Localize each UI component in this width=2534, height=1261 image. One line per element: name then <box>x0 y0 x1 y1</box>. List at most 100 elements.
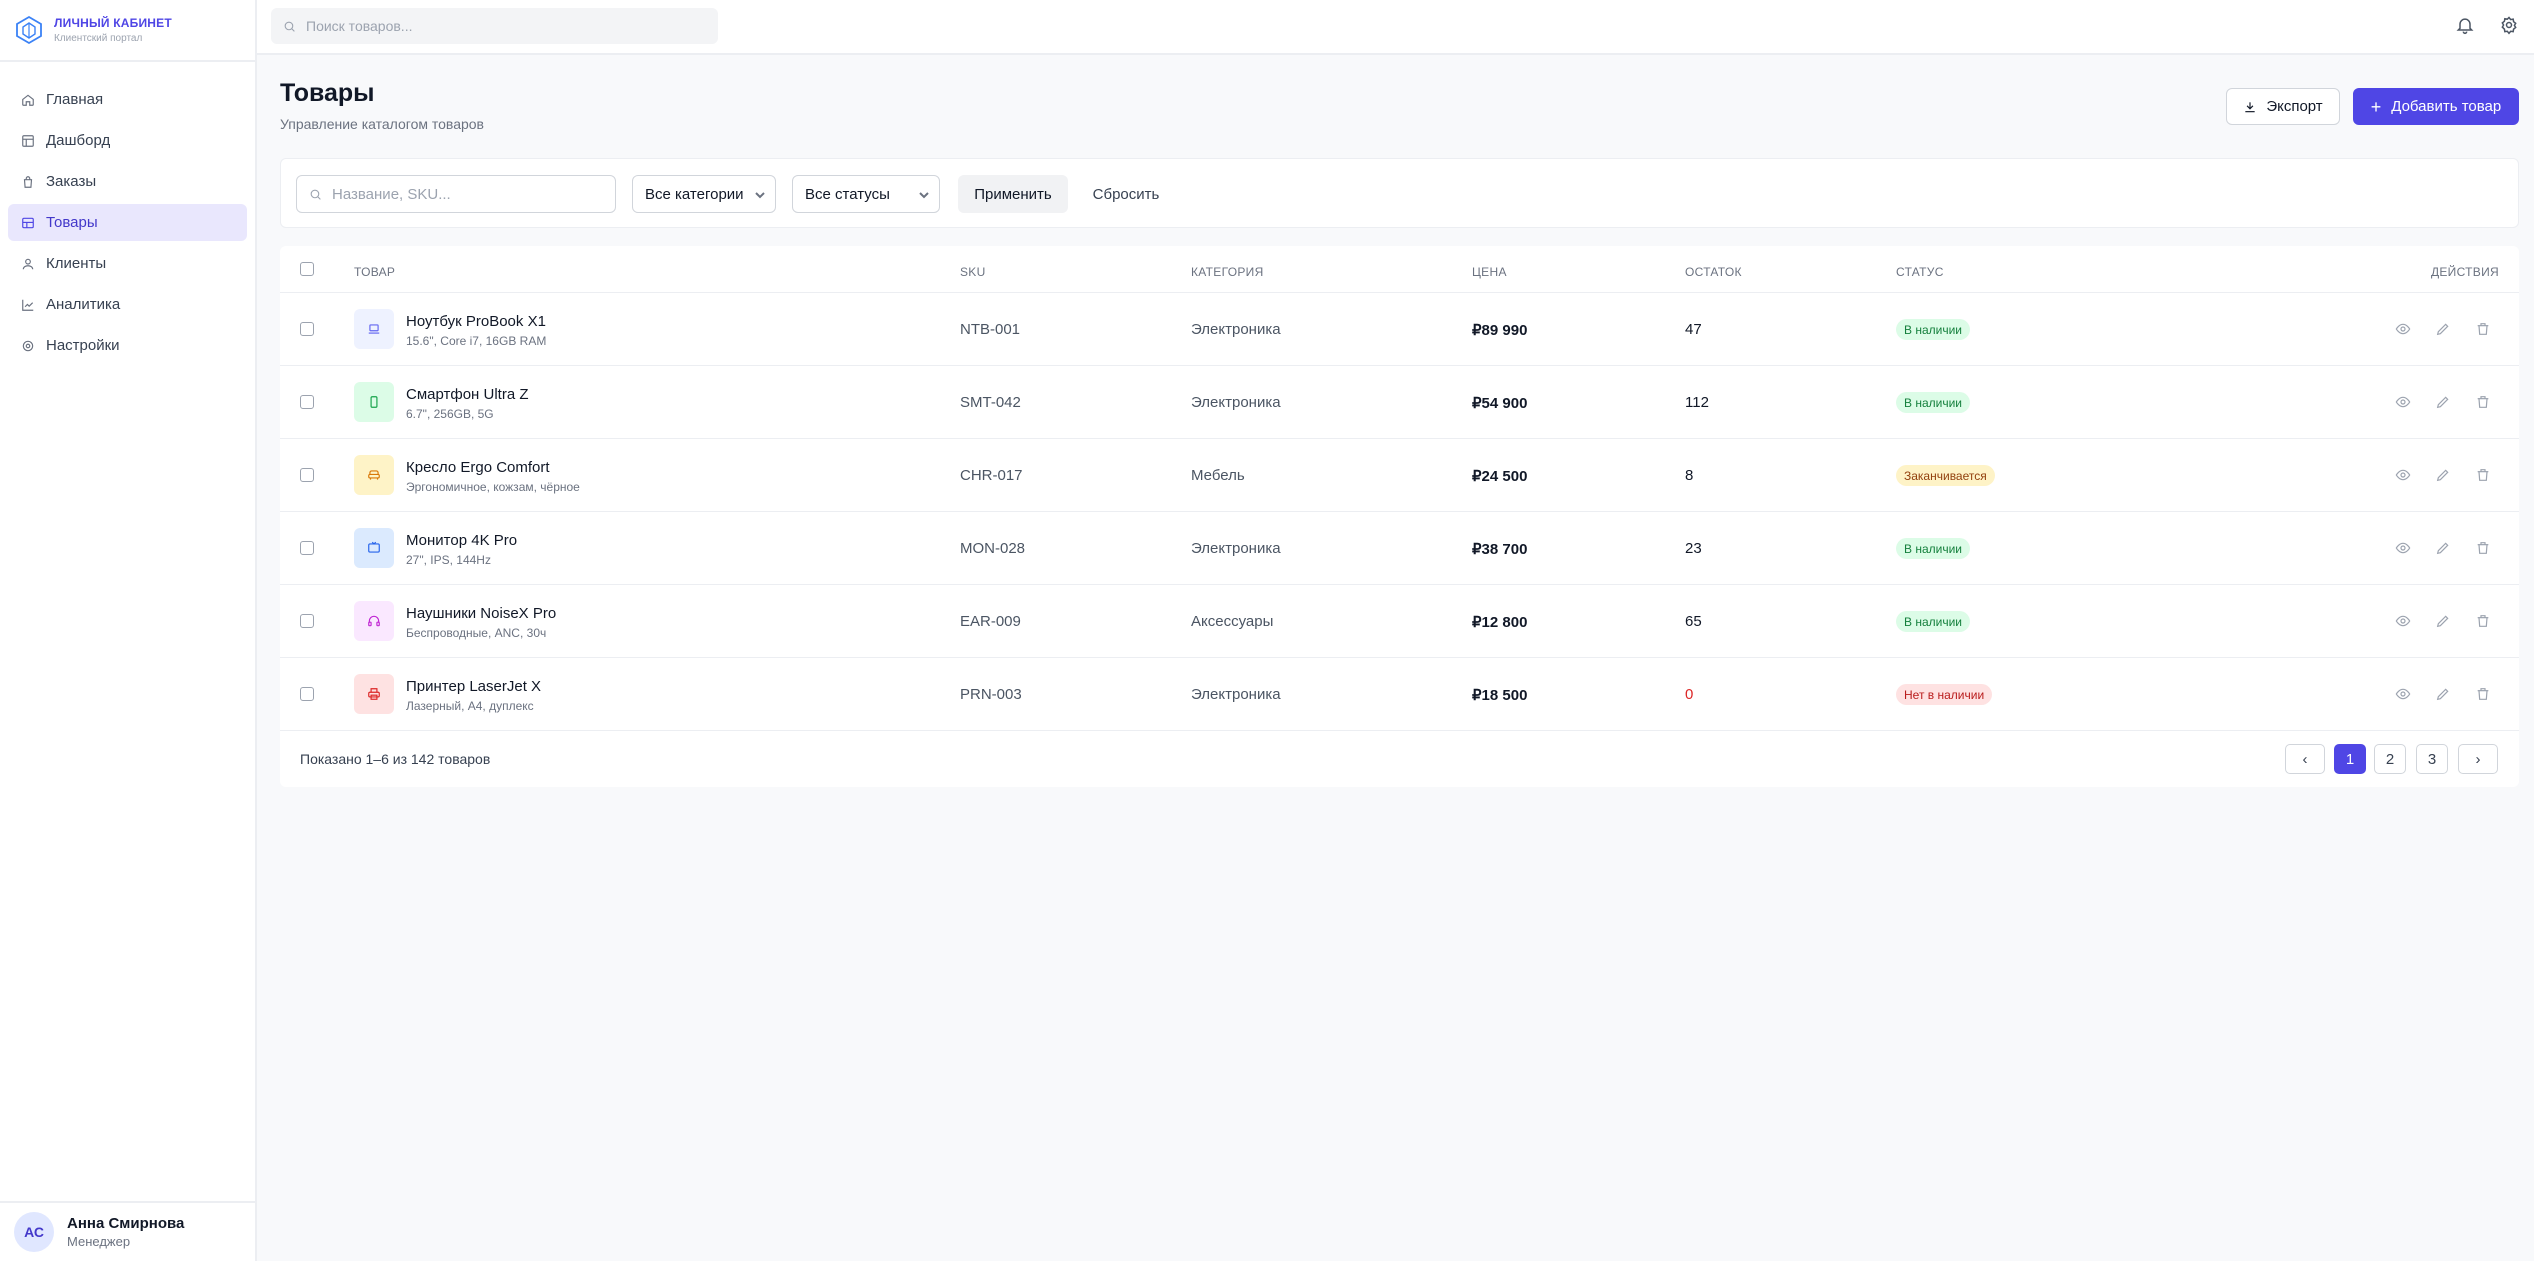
settings-icon <box>22 340 34 351</box>
trash-icon[interactable] <box>2475 467 2491 483</box>
product-sku: NTB-001 <box>960 321 1021 338</box>
sidebar-item-label: Клиенты <box>46 255 107 272</box>
table-row[interactable]: Принтер LaserJet X Лазерный, A4, дуплекс… <box>280 658 2519 731</box>
product-name[interactable]: Принтер LaserJet X <box>406 678 541 695</box>
pagination-page-3[interactable]: 3 <box>2416 744 2448 774</box>
trash-icon[interactable] <box>2475 540 2491 556</box>
sidebar-item-orders[interactable]: Заказы <box>8 163 247 200</box>
column-header-category[interactable]: КАТЕГОРИЯ <box>1191 265 1264 279</box>
filter-search-input[interactable]: Название, SKU... <box>296 175 616 213</box>
user-role: Менеджер <box>67 1234 131 1249</box>
row-checkbox[interactable] <box>300 468 314 482</box>
trash-icon[interactable] <box>2475 394 2491 410</box>
reset-button[interactable]: Сбросить <box>1078 175 1174 213</box>
plus-icon: + <box>2370 96 2382 117</box>
user-profile[interactable]: АС Анна Смирнова Менеджер <box>0 1201 255 1261</box>
chevron-down-icon <box>755 192 765 199</box>
sidebar-item-clients[interactable]: Клиенты <box>8 245 247 282</box>
product-stock: 112 <box>1685 394 1709 411</box>
pencil-icon[interactable] <box>2435 686 2451 702</box>
monitor-icon <box>354 528 394 568</box>
bell-icon[interactable] <box>2455 15 2475 35</box>
table-row[interactable]: Смартфон Ultra Z 6.7", 256GB, 5G SMT-042… <box>280 366 2519 439</box>
brand-subtitle: Клиентский портал <box>54 33 143 44</box>
gear-icon[interactable] <box>2499 15 2519 35</box>
column-header-price[interactable]: ЦЕНА <box>1472 265 1507 279</box>
column-header-status[interactable]: СТАТУС <box>1896 265 1944 279</box>
sidebar-item-analytics[interactable]: Аналитика <box>8 286 247 323</box>
pagination-page-1[interactable]: 1 <box>2334 744 2366 774</box>
sidebar-item-home[interactable]: Главная <box>8 81 247 118</box>
pencil-icon[interactable] <box>2435 467 2451 483</box>
filter-search-placeholder: Название, SKU... <box>332 185 451 203</box>
eye-icon[interactable] <box>2395 394 2411 410</box>
pagination-prev-button[interactable]: ‹ <box>2285 744 2325 774</box>
product-price: ₽12 800 <box>1472 614 1528 631</box>
sidebar-item-label: Дашборд <box>46 132 111 149</box>
eye-icon[interactable] <box>2395 686 2411 702</box>
product-stock: 8 <box>1685 467 1694 484</box>
trash-icon[interactable] <box>2475 686 2491 702</box>
sidebar-item-products[interactable]: Товары <box>8 204 247 241</box>
product-price: ₽54 900 <box>1472 395 1528 412</box>
eye-icon[interactable] <box>2395 540 2411 556</box>
pencil-icon[interactable] <box>2435 321 2451 337</box>
status-select-value: Все статусы <box>805 185 890 203</box>
sidebar-item-dashboard[interactable]: Дашборд <box>8 122 247 159</box>
global-search-input[interactable]: Поиск товаров... <box>271 8 718 44</box>
column-header-product[interactable]: ТОВАР <box>354 265 395 279</box>
add-product-label: Добавить товар <box>2391 98 2502 115</box>
status-select[interactable]: Все статусы <box>792 175 940 213</box>
row-checkbox[interactable] <box>300 614 314 628</box>
status-badge: В наличии <box>1896 538 1971 559</box>
search-icon <box>284 21 295 32</box>
eye-icon[interactable] <box>2395 613 2411 629</box>
trash-icon[interactable] <box>2475 613 2491 629</box>
eye-icon[interactable] <box>2395 321 2411 337</box>
product-price: ₽18 500 <box>1472 687 1528 704</box>
product-name[interactable]: Монитор 4K Pro <box>406 532 517 549</box>
select-all-checkbox[interactable] <box>300 262 314 276</box>
search-icon <box>310 189 321 200</box>
sidebar-item-settings[interactable]: Настройки <box>8 327 247 364</box>
product-name[interactable]: Смартфон Ultra Z <box>406 386 529 403</box>
pencil-icon[interactable] <box>2435 540 2451 556</box>
row-checkbox[interactable] <box>300 541 314 555</box>
headphones-icon <box>354 601 394 641</box>
table-row[interactable]: Монитор 4K Pro 27", IPS, 144Hz MON-028 Э… <box>280 512 2519 585</box>
product-name[interactable]: Ноутбук ProBook X1 <box>406 313 546 330</box>
pagination-next-button[interactable]: › <box>2458 744 2498 774</box>
column-header-stock[interactable]: ОСТАТОК <box>1685 265 1742 279</box>
row-checkbox[interactable] <box>300 687 314 701</box>
filters-bar: Название, SKU... Все категории Все стату… <box>280 158 2519 228</box>
brand[interactable]: ЛИЧНЫЙ КАБИНЕТ Клиентский портал <box>0 0 255 62</box>
product-name[interactable]: Наушники NoiseX Pro <box>406 605 556 622</box>
pencil-icon[interactable] <box>2435 613 2451 629</box>
pencil-icon[interactable] <box>2435 394 2451 410</box>
product-desc: Эргономичное, кожзам, чёрное <box>406 480 580 494</box>
sidebar-item-label: Товары <box>46 214 98 231</box>
search-placeholder: Поиск товаров... <box>306 18 413 34</box>
category-select[interactable]: Все категории <box>632 175 776 213</box>
export-button[interactable]: Экспорт <box>2226 88 2340 125</box>
eye-icon[interactable] <box>2395 467 2411 483</box>
add-product-button[interactable]: + Добавить товар <box>2353 88 2519 125</box>
table-row[interactable]: Ноутбук ProBook X1 15.6", Core i7, 16GB … <box>280 293 2519 366</box>
laptop-icon <box>354 309 394 349</box>
product-stock: 0 <box>1685 686 1694 703</box>
product-name[interactable]: Кресло Ergo Comfort <box>406 459 550 476</box>
table-row[interactable]: Наушники NoiseX Pro Беспроводные, ANC, 3… <box>280 585 2519 658</box>
apply-button[interactable]: Применить <box>958 175 1068 213</box>
table-row[interactable]: Кресло Ergo Comfort Эргономичное, кожзам… <box>280 439 2519 512</box>
product-stock: 23 <box>1685 540 1702 557</box>
status-badge: В наличии <box>1896 392 1971 413</box>
row-checkbox[interactable] <box>300 395 314 409</box>
chair-icon <box>354 455 394 495</box>
products-icon <box>22 217 34 228</box>
sidebar-item-label: Аналитика <box>46 296 121 313</box>
sidebar-nav: Главная Дашборд Заказы Товары Клиенты Ан… <box>0 62 255 364</box>
trash-icon[interactable] <box>2475 321 2491 337</box>
column-header-sku[interactable]: SKU <box>960 265 986 279</box>
pagination-page-2[interactable]: 2 <box>2374 744 2406 774</box>
row-checkbox[interactable] <box>300 322 314 336</box>
